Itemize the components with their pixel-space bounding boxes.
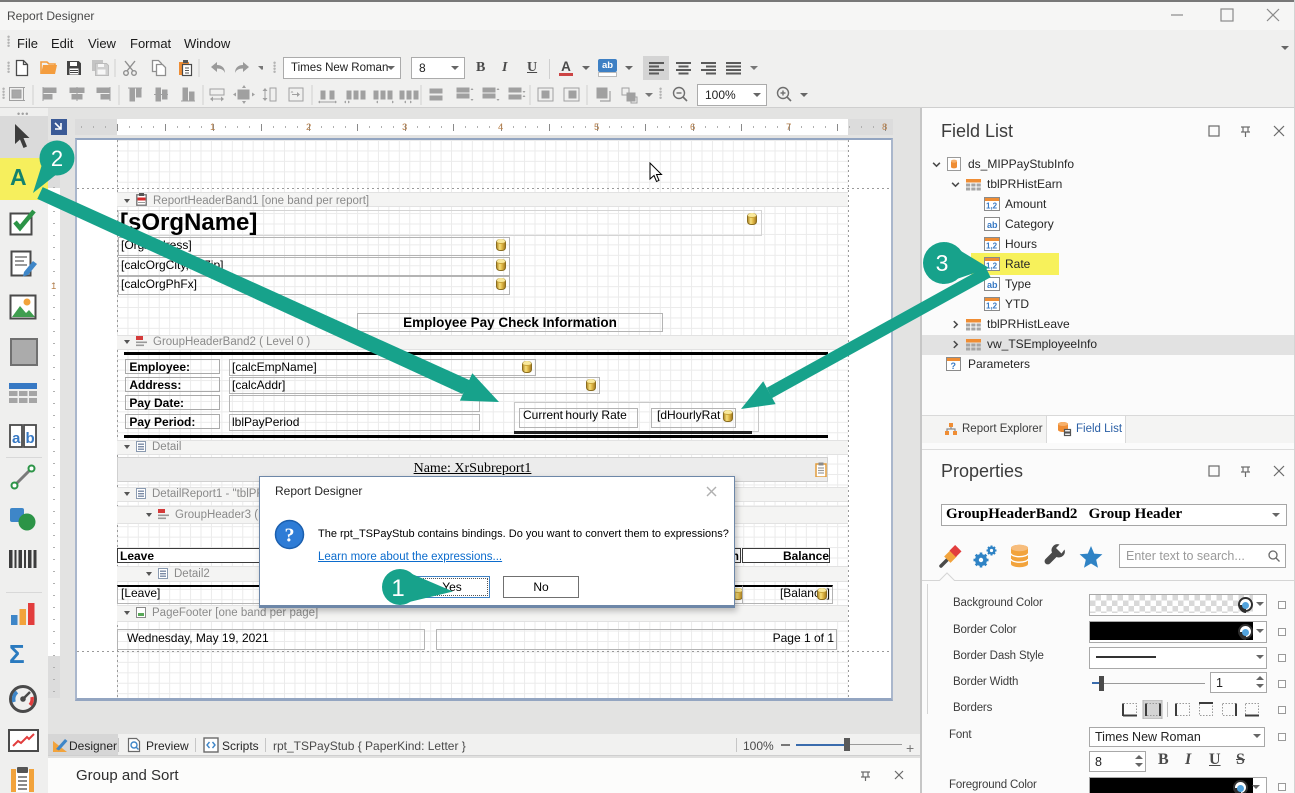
svg-text:b: b bbox=[26, 430, 35, 447]
svg-text:1,2: 1,2 bbox=[986, 262, 998, 271]
svg-text:?: ? bbox=[951, 361, 957, 371]
svg-text:ab: ab bbox=[987, 220, 998, 230]
svg-text:a: a bbox=[12, 430, 21, 447]
svg-text:ab: ab bbox=[987, 280, 998, 290]
svg-text:1,2: 1,2 bbox=[986, 202, 998, 211]
svg-text:?: ? bbox=[285, 525, 295, 547]
svg-text:1,2: 1,2 bbox=[986, 242, 998, 251]
svg-text:1,2: 1,2 bbox=[986, 302, 998, 311]
